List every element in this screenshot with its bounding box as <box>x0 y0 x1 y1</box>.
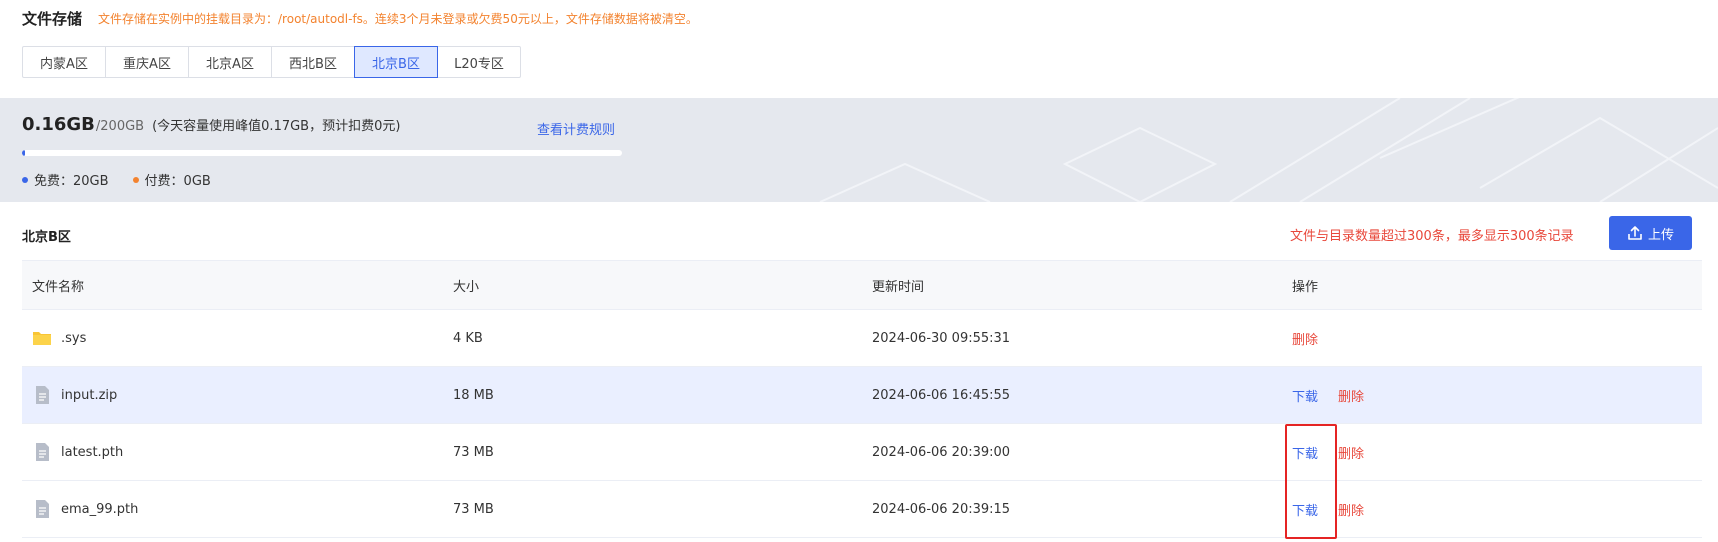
file-name[interactable]: .sys <box>61 331 86 346</box>
region-tab-neimeng-a[interactable]: 内蒙A区 <box>22 46 106 78</box>
section-title: 北京B区 <box>22 230 71 245</box>
usage-progress-bar <box>22 150 622 156</box>
file-icon <box>32 499 52 519</box>
file-updated: 2024-06-06 20:39:15 <box>872 501 1011 517</box>
used-capacity: 0.16GB <box>22 114 95 135</box>
file-size: 18 MB <box>453 387 494 403</box>
file-icon <box>32 385 52 405</box>
file-table: 文件名称 大小 更新时间 操作 .sys 4 KB 2024-06-30 09:… <box>22 260 1702 538</box>
file-size: 73 MB <box>453 501 494 517</box>
legend-free: 免费：20GB <box>22 170 109 189</box>
file-updated: 2024-06-06 16:45:55 <box>872 387 1011 403</box>
file-icon <box>32 442 52 462</box>
delete-link[interactable]: 删除 <box>1338 500 1364 519</box>
file-name[interactable]: latest.pth <box>61 445 123 460</box>
upload-button[interactable]: 上传 <box>1609 216 1692 250</box>
delete-link[interactable]: 删除 <box>1338 443 1364 462</box>
usage-progress-fill <box>22 150 25 156</box>
storage-usage-panel: 0.16GB /200GB (今天容量使用峰值0.17GB，预计扣费0元) 查看… <box>0 98 1718 202</box>
usage-summary: 0.16GB /200GB (今天容量使用峰值0.17GB，预计扣费0元) <box>22 114 400 135</box>
column-header-size: 大小 <box>453 279 480 295</box>
total-capacity: /200GB <box>95 119 145 134</box>
legend-paid: 付费：0GB <box>132 170 211 189</box>
delete-link[interactable]: 删除 <box>1338 386 1364 405</box>
upload-icon <box>1628 226 1642 240</box>
region-tab-l20[interactable]: L20专区 <box>437 46 521 78</box>
usage-legend: 免费：20GB 付费：0GB <box>22 170 235 189</box>
page-title: 文件存储 <box>22 9 83 28</box>
column-header-name: 文件名称 <box>32 279 85 295</box>
folder-icon <box>32 328 52 348</box>
page-header: 文件存储 文件存储在实例中的挂载目录为：/root/autodl-fs。连续3个… <box>22 8 698 28</box>
record-limit-note: 文件与目录数量超过300条，最多显示300条记录 <box>1290 229 1574 244</box>
legend-free-dot <box>22 176 28 183</box>
file-name[interactable]: ema_99.pth <box>61 502 138 517</box>
region-tab-beijing-a[interactable]: 北京A区 <box>188 46 272 78</box>
table-row: input.zip 18 MB 2024-06-06 16:45:55 下载 删… <box>22 367 1702 424</box>
file-updated: 2024-06-30 09:55:31 <box>872 330 1011 346</box>
billing-rules-link[interactable]: 查看计费规则 <box>537 119 615 138</box>
column-header-updated: 更新时间 <box>872 279 925 295</box>
download-highlight-annotation <box>1285 424 1337 539</box>
download-link[interactable]: 下载 <box>1292 386 1318 405</box>
region-tab-chongqing-a[interactable]: 重庆A区 <box>105 46 189 78</box>
region-tab-xibei-b[interactable]: 西北B区 <box>271 46 355 78</box>
table-row: .sys 4 KB 2024-06-30 09:55:31 删除 <box>22 310 1702 367</box>
legend-paid-label: 付费：0GB <box>144 174 211 189</box>
peak-usage-note: (今天容量使用峰值0.17GB，预计扣费0元) <box>152 119 401 134</box>
upload-button-label: 上传 <box>1647 227 1674 243</box>
storage-notice: 文件存储在实例中的挂载目录为：/root/autodl-fs。连续3个月未登录或… <box>98 11 698 26</box>
legend-paid-dot <box>132 176 139 183</box>
column-header-actions: 操作 <box>1292 279 1319 295</box>
region-tab-beijing-b[interactable]: 北京B区 <box>354 46 438 78</box>
legend-free-label: 免费：20GB <box>34 174 109 189</box>
table-row: latest.pth 73 MB 2024-06-06 20:39:00 下载 … <box>22 424 1702 481</box>
delete-link[interactable]: 删除 <box>1292 329 1318 348</box>
file-size: 4 KB <box>453 330 483 346</box>
file-size: 73 MB <box>453 444 494 460</box>
file-name[interactable]: input.zip <box>61 388 117 403</box>
table-row: ema_99.pth 73 MB 2024-06-06 20:39:15 下载 … <box>22 481 1702 538</box>
file-updated: 2024-06-06 20:39:00 <box>872 444 1011 460</box>
table-header: 文件名称 大小 更新时间 操作 <box>22 260 1702 310</box>
region-tabs: 内蒙A区 重庆A区 北京A区 西北B区 北京B区 L20专区 <box>22 46 521 78</box>
